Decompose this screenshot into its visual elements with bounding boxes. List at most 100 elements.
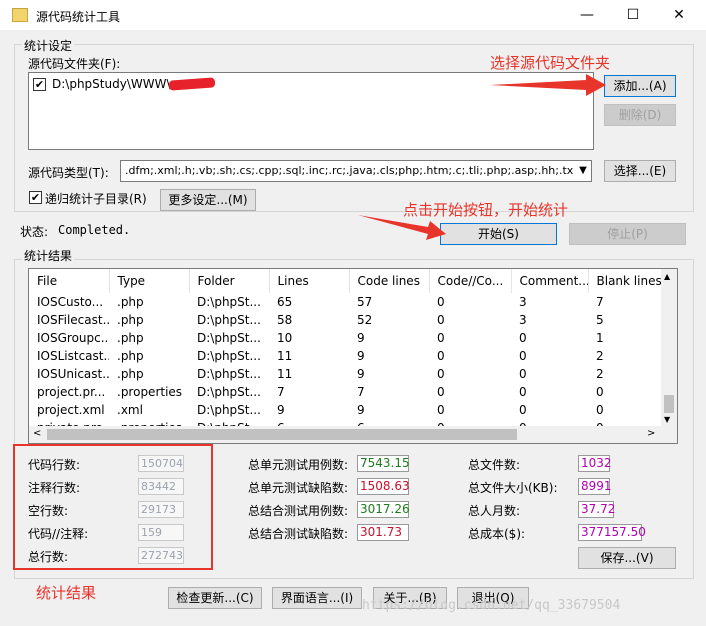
- scroll-left-icon[interactable]: <: [33, 428, 41, 439]
- vertical-scroll-thumb[interactable]: [664, 395, 674, 413]
- close-button[interactable]: ✕: [656, 0, 702, 30]
- table-cell: .php: [117, 295, 144, 309]
- table-cell: 1: [596, 331, 604, 345]
- recurse-label[interactable]: 递归统计子目录(R): [45, 190, 147, 207]
- code-comment-label: 代码//注释:: [28, 527, 89, 541]
- table-cell: IOSCusto...: [37, 295, 104, 309]
- save-button[interactable]: 保存...(V): [578, 547, 676, 569]
- table-cell: 57: [357, 295, 373, 309]
- table-cell: 58: [277, 313, 293, 327]
- scroll-down-icon[interactable]: ▼: [664, 415, 670, 424]
- column-header[interactable]: Code//Co...: [429, 269, 512, 293]
- total-size-value: 8991: [578, 478, 612, 495]
- column-header[interactable]: Folder: [189, 269, 270, 293]
- table-cell: 0: [596, 403, 604, 417]
- unit-test-cases-label: 总单元测试用例数:: [248, 458, 349, 472]
- table-cell: 9: [357, 367, 365, 381]
- table-cell: 2: [596, 367, 604, 381]
- chevron-down-icon[interactable]: ▼: [575, 161, 591, 181]
- total-files-label: 总文件数:: [468, 458, 521, 472]
- table-cell: D:\phpSt...: [197, 313, 261, 327]
- table-cell: .xml: [117, 403, 143, 417]
- start-button[interactable]: 开始(S): [440, 223, 557, 245]
- table-cell: 0: [437, 349, 445, 363]
- column-header[interactable]: Type: [109, 269, 190, 293]
- column-header[interactable]: Lines: [269, 269, 350, 293]
- scroll-up-icon[interactable]: ▲: [664, 272, 670, 281]
- code-lines-label: 代码行数:: [28, 458, 81, 472]
- table-cell: 0: [596, 385, 604, 399]
- total-lines-value: 272743: [138, 547, 184, 564]
- results-table[interactable]: File Type Folder Lines Code lines Code//Co...…: [28, 268, 678, 444]
- column-header[interactable]: Comment...: [511, 269, 589, 293]
- table-cell: D:\phpSt...: [197, 331, 261, 345]
- blank-lines-value: 29173: [138, 501, 184, 518]
- total-cost-label: 总成本($):: [468, 527, 526, 541]
- table-row[interactable]: IOSUnicast... .php D:\phpSt... 11 9 0 0 2: [29, 365, 663, 383]
- code-lines-value: 150704: [138, 455, 184, 472]
- settings-group-label: 统计设定: [22, 37, 75, 54]
- table-cell: project.xml: [37, 403, 105, 417]
- results-group-label: 统计结果: [22, 247, 75, 264]
- scroll-right-icon[interactable]: >: [647, 428, 655, 439]
- maximize-button[interactable]: ☐: [610, 0, 656, 30]
- table-row[interactable]: IOSGroupc... .php D:\phpSt... 10 9 0 0 1: [29, 329, 663, 347]
- add-folder-button[interactable]: 添加...(A): [604, 75, 676, 97]
- table-cell: 9: [357, 331, 365, 345]
- table-cell: 0: [519, 403, 527, 417]
- table-cell: IOSUnicast...: [37, 367, 109, 381]
- annotation-arrow-start: [358, 215, 446, 240]
- column-header[interactable]: Blank lines: [588, 269, 664, 293]
- table-cell: IOSListcast...: [37, 349, 109, 363]
- folder-item-path[interactable]: D:\phpStudy\WWW\: [52, 77, 171, 91]
- table-cell: 3: [519, 313, 527, 327]
- table-cell: D:\phpSt...: [197, 295, 261, 309]
- table-cell: 0: [519, 331, 527, 345]
- table-cell: .php: [117, 367, 144, 381]
- horizontal-scroll-thumb[interactable]: [47, 429, 517, 440]
- person-months-label: 总人月数:: [468, 504, 521, 518]
- table-cell: 9: [357, 403, 365, 417]
- select-types-button[interactable]: 选择...(E): [604, 160, 676, 182]
- check-update-button[interactable]: 检查更新...(C): [168, 587, 262, 609]
- redaction-mark: [168, 77, 216, 91]
- more-settings-button[interactable]: 更多设定...(M): [160, 189, 256, 211]
- table-row[interactable]: project.xml .xml D:\phpSt... 9 9 0 0 0: [29, 401, 663, 419]
- integration-test-cases-value: 3017.26: [357, 501, 410, 518]
- delete-folder-button[interactable]: 删除(D): [604, 104, 676, 126]
- minimize-button[interactable]: —: [564, 0, 610, 30]
- table-cell: 10: [277, 331, 293, 345]
- recurse-checkbox[interactable]: ✔: [29, 191, 42, 204]
- table-cell: 65: [277, 295, 293, 309]
- blank-lines-label: 空行数:: [28, 504, 69, 518]
- app-icon: [12, 8, 28, 22]
- table-cell: 7: [357, 385, 365, 399]
- table-cell: 0: [437, 295, 445, 309]
- horizontal-scrollbar[interactable]: < >: [29, 426, 677, 443]
- table-row[interactable]: project.pr... .properties D:\phpSt... 7 7 0 0 0: [29, 383, 663, 401]
- source-type-combo[interactable]: .dfm;.xml;.h;.vb;.sh;.cs;.cpp;.sql;.inc;…: [120, 160, 592, 182]
- integration-test-defects-value: 301.73: [357, 524, 409, 541]
- table-cell: 3: [519, 295, 527, 309]
- table-cell: 7: [277, 385, 285, 399]
- person-months-value: 37.72: [578, 501, 615, 518]
- table-row[interactable]: IOSCusto... .php D:\phpSt... 65 57 0 3 7: [29, 293, 663, 311]
- table-cell: 0: [519, 385, 527, 399]
- comment-lines-label: 注释行数:: [28, 481, 81, 495]
- status-value: Completed.: [58, 223, 131, 237]
- table-cell: D:\phpSt...: [197, 403, 261, 417]
- stop-button[interactable]: 停止(P): [569, 223, 686, 245]
- table-row[interactable]: IOSFilecast... .php D:\phpSt... 58 52 0 3 5: [29, 311, 663, 329]
- table-cell: .php: [117, 331, 144, 345]
- folder-item-checkbox[interactable]: ✔: [33, 78, 46, 91]
- vertical-scrollbar[interactable]: ▲ ▼: [661, 269, 677, 427]
- column-header[interactable]: File: [29, 269, 110, 293]
- column-header[interactable]: Code lines: [349, 269, 430, 293]
- language-button[interactable]: 界面语言...(I): [272, 587, 362, 609]
- table-cell: 0: [519, 349, 527, 363]
- table-row[interactable]: IOSListcast... .php D:\phpSt... 11 9 0 0 2: [29, 347, 663, 365]
- window-title: 源代码统计工具: [36, 10, 121, 24]
- annotation-arrow-folder: [490, 74, 606, 96]
- table-cell: 52: [357, 313, 373, 327]
- unit-test-defects-label: 总单元测试缺陷数:: [248, 481, 349, 495]
